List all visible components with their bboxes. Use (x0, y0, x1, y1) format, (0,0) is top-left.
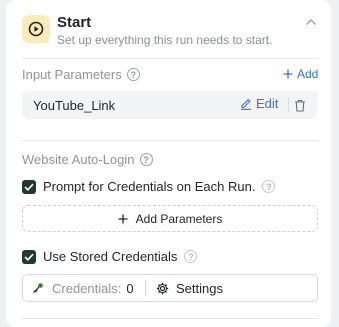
checkbox-checked[interactable] (22, 179, 36, 194)
start-panel: Start Set up everything this run needs t… (6, 0, 331, 327)
settings-button[interactable]: Settings (156, 275, 223, 301)
help-icon[interactable]: ? (139, 153, 153, 166)
plus-icon (283, 69, 293, 79)
parameter-row: YouTube_Link Edit (22, 91, 318, 119)
panel-title: Start (57, 14, 92, 31)
checkbox-checked[interactable] (22, 249, 36, 264)
use-stored-credentials-option[interactable]: Use Stored Credentials ? (22, 249, 198, 264)
edit-parameter-button[interactable]: Edit (240, 96, 278, 111)
divider (145, 279, 146, 297)
add-parameter-button[interactable]: Add (283, 67, 318, 81)
divider (22, 140, 318, 141)
help-icon[interactable]: ? (262, 180, 276, 193)
credentials-bar: Credentials: 0 Settings (22, 274, 318, 302)
pencil-icon (241, 98, 251, 110)
help-icon[interactable]: ? (126, 68, 140, 81)
add-label: Add (297, 67, 319, 81)
website-auto-login-label: Website Auto-Login (22, 152, 135, 167)
play-circle-icon (22, 15, 50, 43)
edit-label: Edit (256, 96, 279, 111)
credentials-label: Credentials: (52, 280, 122, 296)
parameter-name: YouTube_Link (33, 98, 116, 113)
help-icon[interactable]: ? (184, 250, 198, 263)
prompt-credentials-option[interactable]: Prompt for Credentials on Each Run. ? (22, 179, 276, 194)
check-icon (24, 183, 34, 191)
input-parameters-heading: Input Parameters ? (22, 67, 140, 82)
settings-label: Settings (176, 280, 223, 296)
credentials-button[interactable]: Credentials: 0 (23, 275, 145, 301)
panel-subtitle: Set up everything this run needs to star… (57, 33, 273, 47)
use-stored-credentials-label: Use Stored Credentials (43, 249, 178, 264)
divider (22, 58, 318, 59)
key-icon (32, 282, 44, 294)
credentials-count: 0 (126, 280, 134, 296)
gear-icon (156, 282, 169, 295)
website-auto-login-heading: Website Auto-Login ? (22, 152, 153, 167)
divider (288, 98, 289, 112)
trash-icon[interactable] (293, 97, 307, 113)
check-icon (24, 253, 34, 261)
add-parameters-button[interactable]: Add Parameters (22, 205, 318, 232)
divider (22, 318, 318, 319)
prompt-credentials-label: Prompt for Credentials on Each Run. (43, 179, 256, 194)
add-parameters-label: Add Parameters (135, 211, 223, 226)
plus-icon (118, 214, 128, 223)
input-parameters-label: Input Parameters (22, 67, 122, 82)
chevron-up-icon[interactable] (304, 16, 318, 28)
